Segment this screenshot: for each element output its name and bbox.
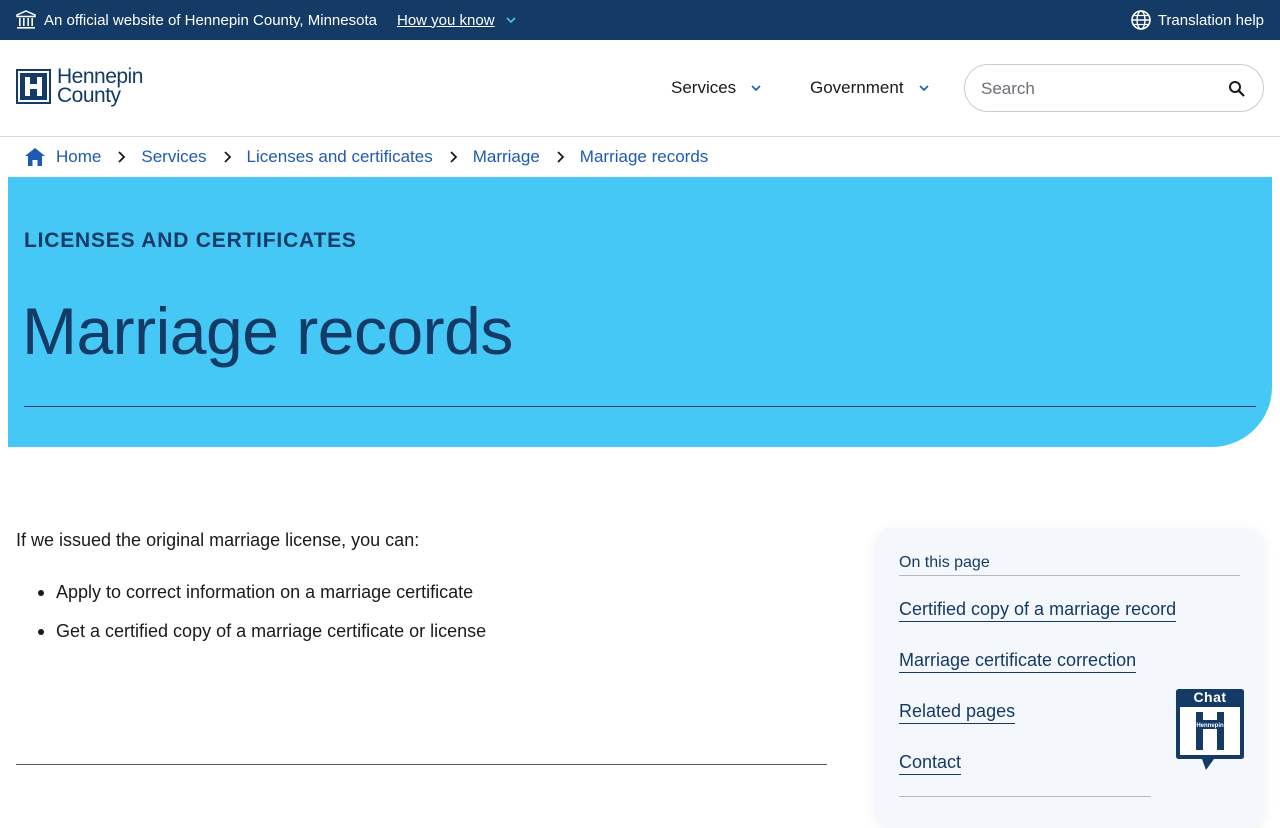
breadcrumb: Home Services Licenses and certificates … [24,145,708,169]
how-you-know-link[interactable]: How you know [397,12,495,29]
intro-text: If we issued the original marriage licen… [16,530,420,550]
chat-logo-text: Hennepin [1196,723,1224,729]
logo-mark [16,68,51,104]
chevron-right-icon [450,151,457,163]
home-icon[interactable] [24,147,46,167]
official-banner-left: An official website of Hennepin County, … [16,0,517,40]
chevron-right-icon [223,151,231,163]
list-item: Get a certified copy of a marriage certi… [37,619,486,658]
chevron-right-icon [118,151,126,163]
translation-help-label: Translation help [1157,11,1264,29]
official-banner: An official website of Hennepin County, … [0,0,1280,40]
nav-services[interactable]: Services [671,78,762,98]
nav-government-label: Government [810,78,904,97]
breadcrumb-marriage-records[interactable]: Marriage records [580,147,709,167]
government-building-icon [16,10,36,29]
globe-icon [1131,10,1151,30]
translation-help-button[interactable]: Translation help [1130,0,1264,40]
search-icon[interactable] [1227,79,1247,99]
search-input[interactable] [981,77,1211,101]
nav-government[interactable]: Government [810,78,930,98]
chat-button[interactable]: Hennepin Chat [1174,688,1246,772]
chevron-down-icon [918,85,929,92]
chevron-down-icon [751,85,761,92]
hero-divider [24,406,1256,407]
official-website-text: An official website of Hennepin County, … [44,11,377,29]
breadcrumb-home[interactable]: Home [56,147,101,167]
section-eyebrow: LICENSES AND CERTIFICATES [24,229,357,252]
hennepin-county-logo[interactable]: Hennepin County [16,66,143,107]
on-this-page-heading: On this page [899,554,990,571]
toc-link-contact[interactable]: Contact [899,752,962,775]
options-list: Apply to correct information on a marria… [37,580,486,658]
chevron-right-icon [557,151,565,163]
search-box [964,64,1264,112]
chevron-down-icon[interactable] [505,14,517,26]
page-title: Marriage records [22,294,513,368]
breadcrumb-marriage[interactable]: Marriage [473,147,540,167]
site-header: Hennepin County Services Government [0,40,1280,137]
page-hero: LICENSES AND CERTIFICATES Marriage recor… [8,177,1272,447]
list-item: Apply to correct information on a marria… [37,580,486,619]
logo-line-2: County [57,84,121,107]
toc-link-related-pages[interactable]: Related pages [899,701,1016,724]
toc-link-certificate-correction[interactable]: Marriage certificate correction [899,650,1137,673]
logo-wordmark: Hennepin County [57,66,143,107]
nav-services-label: Services [671,78,737,97]
breadcrumb-services[interactable]: Services [141,147,206,167]
breadcrumb-licenses-and-certificates[interactable]: Licenses and certificates [247,147,433,167]
toc-divider [899,575,1240,576]
content-divider [16,764,827,765]
chat-label: Chat [1193,689,1227,705]
toc-divider-bottom [899,796,1151,797]
toc-link-certified-copy[interactable]: Certified copy of a marriage record [899,599,1177,622]
on-this-page-panel: On this page Certified copy of a marriag… [875,528,1264,828]
logo-h-icon [18,70,49,102]
